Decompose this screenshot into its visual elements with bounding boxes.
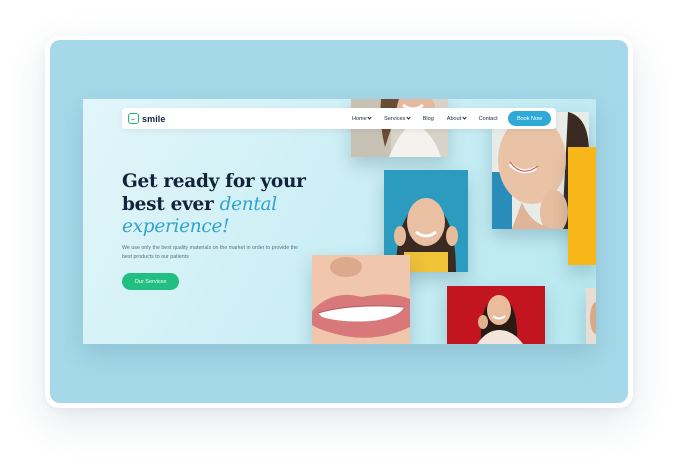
headline-line-1: Get ready for your — [122, 171, 306, 192]
chevron-down-icon — [406, 115, 411, 120]
photo-partial-right-edge — [586, 288, 596, 344]
chevron-down-icon — [462, 115, 467, 120]
hero-subtext: We use only the best quality materials o… — [122, 245, 298, 260]
photo-yellow-accent — [568, 147, 596, 265]
nav-item-services[interactable]: Services — [384, 115, 411, 122]
nav-item-home[interactable]: Home — [352, 115, 372, 122]
photo-woman-red-background — [447, 286, 545, 344]
nav-item-label: Contact — [478, 115, 498, 122]
preview-backdrop: smile Home Services Blog About Contact B… — [50, 40, 628, 403]
nav-item-label: Blog — [422, 115, 434, 122]
headline-accent-experience: experience! — [122, 216, 230, 237]
brand-logo[interactable]: smile — [128, 113, 166, 124]
nav-item-blog[interactable]: Blog — [423, 116, 434, 122]
nav-item-contact[interactable]: Contact — [479, 116, 498, 122]
our-services-button[interactable]: Our Services — [122, 273, 179, 290]
brand-name: smile — [142, 113, 166, 124]
nav-links: Home Services Blog About Contact — [352, 108, 498, 129]
smile-logo-icon — [128, 113, 139, 124]
website-preview: smile Home Services Blog About Contact B… — [83, 99, 596, 344]
nav-item-label: Services — [384, 115, 406, 122]
nav-item-label: About — [446, 115, 462, 122]
headline-accent-dental: dental — [219, 193, 278, 215]
nav-item-label: Home — [352, 115, 367, 122]
headline-line-2: best ever — [122, 193, 220, 215]
hero-headline: Get ready for your best ever dental expe… — [122, 171, 322, 239]
photo-lips-closeup — [312, 255, 410, 344]
chevron-down-icon — [367, 115, 372, 120]
site-navbar: smile Home Services Blog About Contact B… — [122, 108, 556, 129]
book-now-button[interactable]: Book Now — [508, 111, 551, 126]
nav-item-about[interactable]: About — [446, 115, 467, 122]
